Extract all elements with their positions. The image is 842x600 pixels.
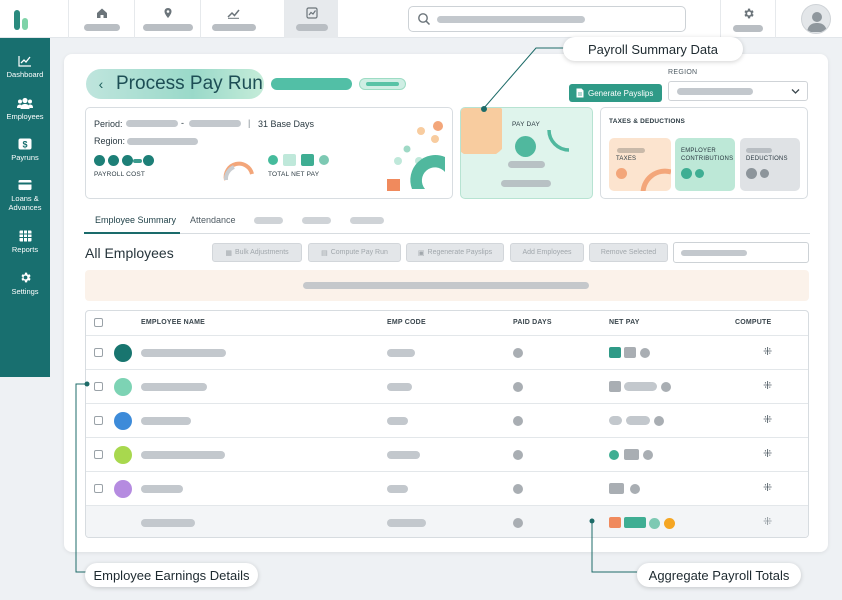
callout-connectors bbox=[75, 47, 637, 573]
callout-payroll-summary: Payroll Summary Data bbox=[563, 37, 743, 61]
callout-aggregate-totals: Aggregate Payroll Totals bbox=[637, 563, 801, 587]
callout-employee-earnings: Employee Earnings Details bbox=[85, 563, 258, 587]
